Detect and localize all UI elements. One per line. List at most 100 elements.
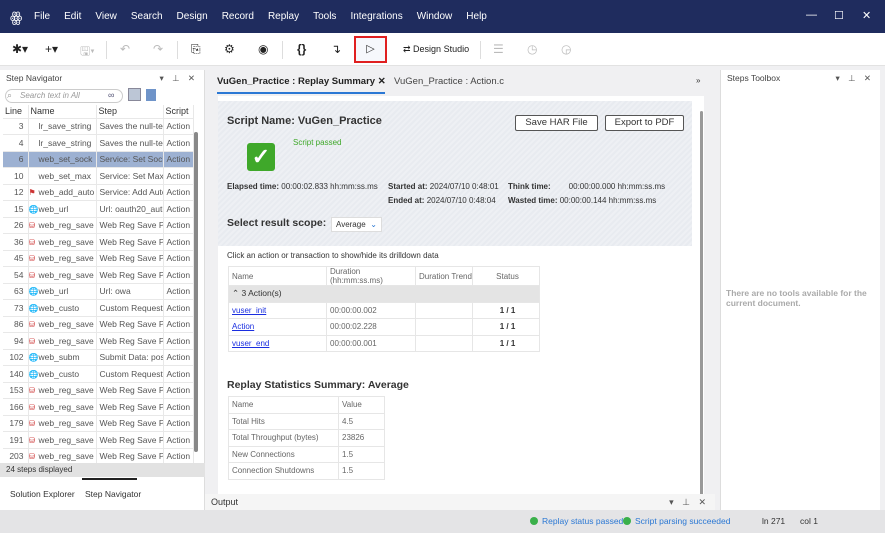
design-studio-button[interactable]: ⇄ Design Studio — [403, 44, 469, 55]
save-param-icon: ⛁ — [28, 419, 36, 429]
scrollbar[interactable] — [194, 132, 198, 452]
design-studio-icon: ⇄ — [403, 44, 414, 54]
table-row[interactable]: 26 ⛁ web_reg_save Web Reg Save P Action — [3, 217, 194, 234]
action-link[interactable]: Action — [232, 322, 254, 331]
script-cell: Action — [163, 332, 194, 350]
table-row[interactable]: 36 ⛁ web_reg_save Web Reg Save P Action — [3, 233, 194, 251]
close-window-icon[interactable]: ✕ — [862, 9, 871, 22]
action-link[interactable]: vuser_end — [232, 339, 269, 348]
table-row[interactable]: 191 ⛁ web_reg_save Web Reg Save P Action — [3, 431, 194, 449]
menu-window[interactable]: Window — [417, 11, 453, 22]
table-row[interactable]: 153 ⛁ web_reg_save Web Reg Save P Action — [3, 382, 194, 399]
table-row[interactable]: 73 🌐web_custo Custom Request: Action — [3, 299, 194, 317]
think-label: Think time: — [508, 182, 551, 191]
table-row[interactable]: 3 lr_save_string Saves the null-ter Action — [3, 118, 194, 135]
step-name: lr_save_string — [38, 121, 92, 132]
line-cell: 140 — [3, 365, 29, 383]
menu-design[interactable]: Design — [177, 11, 208, 22]
table-row[interactable]: 6 web_set_sock Service: Set Sock Action — [3, 151, 194, 168]
table-row[interactable]: 4 lr_save_string Saves the null-ter Action — [3, 134, 194, 152]
table-row[interactable]: 179 ⛁ web_reg_save Web Reg Save P Action — [3, 415, 194, 432]
table-row[interactable]: 94 ⛁ web_reg_save Web Reg Save P Action — [3, 332, 194, 350]
save-har-button[interactable]: Save HAR File — [515, 115, 598, 131]
step-cell: Web Reg Save P — [96, 332, 164, 350]
action-link[interactable]: vuser_init — [232, 306, 266, 315]
add-icon[interactable]: +▾ — [45, 42, 58, 56]
menu-search[interactable]: Search — [131, 11, 163, 22]
step-cell: Web Reg Save P — [96, 431, 164, 449]
step-cell: Web Reg Save P — [96, 217, 164, 234]
ended-value: 2024/07/10 0:48:04 — [426, 196, 496, 205]
table-row[interactable]: 166 ⛁ web_reg_save Web Reg Save P Action — [3, 398, 194, 416]
menu-view[interactable]: View — [95, 11, 117, 22]
compile-icon[interactable]: ↴ — [331, 42, 341, 56]
minimize-icon[interactable]: — — [806, 9, 817, 21]
menu-integrations[interactable]: Integrations — [350, 11, 402, 22]
menu-edit[interactable]: Edit — [64, 11, 81, 22]
action-row[interactable]: vuser_end 00:00:00.001 1 / 1 — [228, 334, 540, 352]
breakpoint-icon[interactable]: ◷ — [527, 42, 537, 56]
action-row[interactable]: Action 00:00:02.228 1 / 1 — [228, 318, 540, 336]
filter-toggle-icon[interactable] — [128, 88, 141, 101]
scope-select[interactable]: Average ⌄ — [331, 217, 382, 232]
stat-row: Total Throughput (bytes) 23826 — [228, 429, 385, 447]
stat-value: 4.5 — [338, 412, 385, 430]
table-row[interactable]: 102 🌐web_subm Submit Data: pos Action — [3, 349, 194, 366]
panel-controls[interactable]: ▾ ⊥ ✕ — [835, 70, 874, 86]
maximize-icon[interactable]: ☐ — [834, 9, 844, 22]
tab-solution-explorer[interactable]: Solution Explorer — [10, 489, 75, 499]
table-row[interactable]: 140 🌐web_custo Custom Request: Action — [3, 365, 194, 383]
table-row[interactable]: 63 🌐web_url Url: owa Action — [3, 283, 194, 300]
table-row[interactable]: 12 ⚑ web_add_auto Service: Add Auto Action — [3, 184, 194, 201]
menu-replay[interactable]: Replay — [268, 11, 299, 22]
menu-record[interactable]: Record — [222, 11, 254, 22]
group-row[interactable]: ⌃ 3 Action(s) — [228, 285, 540, 303]
wasted-label: Wasted time: — [508, 196, 558, 205]
tab-step-navigator[interactable]: Step Navigator — [85, 489, 141, 499]
redo-icon[interactable]: ↷ — [153, 42, 163, 56]
tab-overflow-icon[interactable]: » — [696, 76, 700, 85]
export-pdf-button[interactable]: Export to PDF — [605, 115, 684, 131]
step-name: web_reg_save — [38, 319, 94, 330]
table-row[interactable]: 86 ⛁ web_reg_save Web Reg Save P Action — [3, 316, 194, 333]
column-header[interactable]: Line — [3, 105, 29, 119]
table-row[interactable]: 10 web_set_max Service: Set Max Action — [3, 167, 194, 185]
table-row[interactable]: 45 ⛁ web_reg_save Web Reg Save P Action — [3, 250, 194, 267]
stat-row: Connection Shutdowns 1.5 — [228, 462, 385, 480]
undo-icon[interactable]: ↶ — [120, 42, 130, 56]
options-icon[interactable] — [146, 89, 156, 101]
menu-file[interactable]: File — [34, 11, 50, 22]
menu-tools[interactable]: Tools — [313, 11, 336, 22]
panel-controls[interactable]: ▾ ⊥ ✕ — [669, 494, 709, 510]
search-input[interactable]: Search text in All — [5, 89, 123, 103]
save-icon[interactable]: 🖫▾ — [80, 42, 95, 63]
scrollbar[interactable] — [700, 111, 703, 501]
indent-icon[interactable]: ☰ — [493, 42, 504, 56]
name-cell: 🌐web_custo — [28, 299, 97, 317]
replay-button[interactable]: ▷ — [354, 36, 387, 63]
step-navigator-panel: Step Navigator ▾ ⊥ ✕ Search text in All ⌕… — [0, 70, 205, 510]
tab-action-c[interactable]: VuGen_Practice : Action.c — [394, 76, 504, 87]
runtime-settings-icon[interactable]: ⚙ — [224, 42, 235, 56]
new-script-icon[interactable]: ✱▾ — [12, 42, 28, 56]
step-icon[interactable]: ◶ — [561, 42, 571, 56]
trend-cell — [415, 301, 473, 319]
menu-help[interactable]: Help — [466, 11, 487, 22]
column-header: Status — [472, 266, 540, 286]
script-doc-icon[interactable]: ⎘ — [191, 42, 201, 57]
column-header[interactable]: Step — [96, 105, 164, 119]
script-cell: Action — [163, 250, 194, 267]
column-header[interactable]: Script — [163, 105, 194, 119]
tab-replay-summary[interactable]: VuGen_Practice : Replay Summary ✕ — [217, 76, 386, 87]
action-row[interactable]: vuser_init 00:00:00.002 1 / 1 — [228, 301, 540, 319]
line-cell: 54 — [3, 266, 29, 284]
column-header[interactable]: Name — [28, 105, 97, 119]
binoculars-icon[interactable]: ∞ — [108, 90, 114, 100]
panel-controls[interactable]: ▾ ⊥ ✕ — [159, 70, 198, 86]
braces-icon[interactable]: {} — [297, 42, 306, 56]
close-tab-icon[interactable]: ✕ — [378, 76, 386, 87]
status-bar: Replay status passed Script parsing succ… — [0, 510, 885, 533]
table-row[interactable]: 15 🌐web_url Url: oauth20_auth Action — [3, 200, 194, 218]
record-icon[interactable]: ◉ — [258, 42, 268, 56]
table-row[interactable]: 54 ⛁ web_reg_save Web Reg Save P Action — [3, 266, 194, 284]
